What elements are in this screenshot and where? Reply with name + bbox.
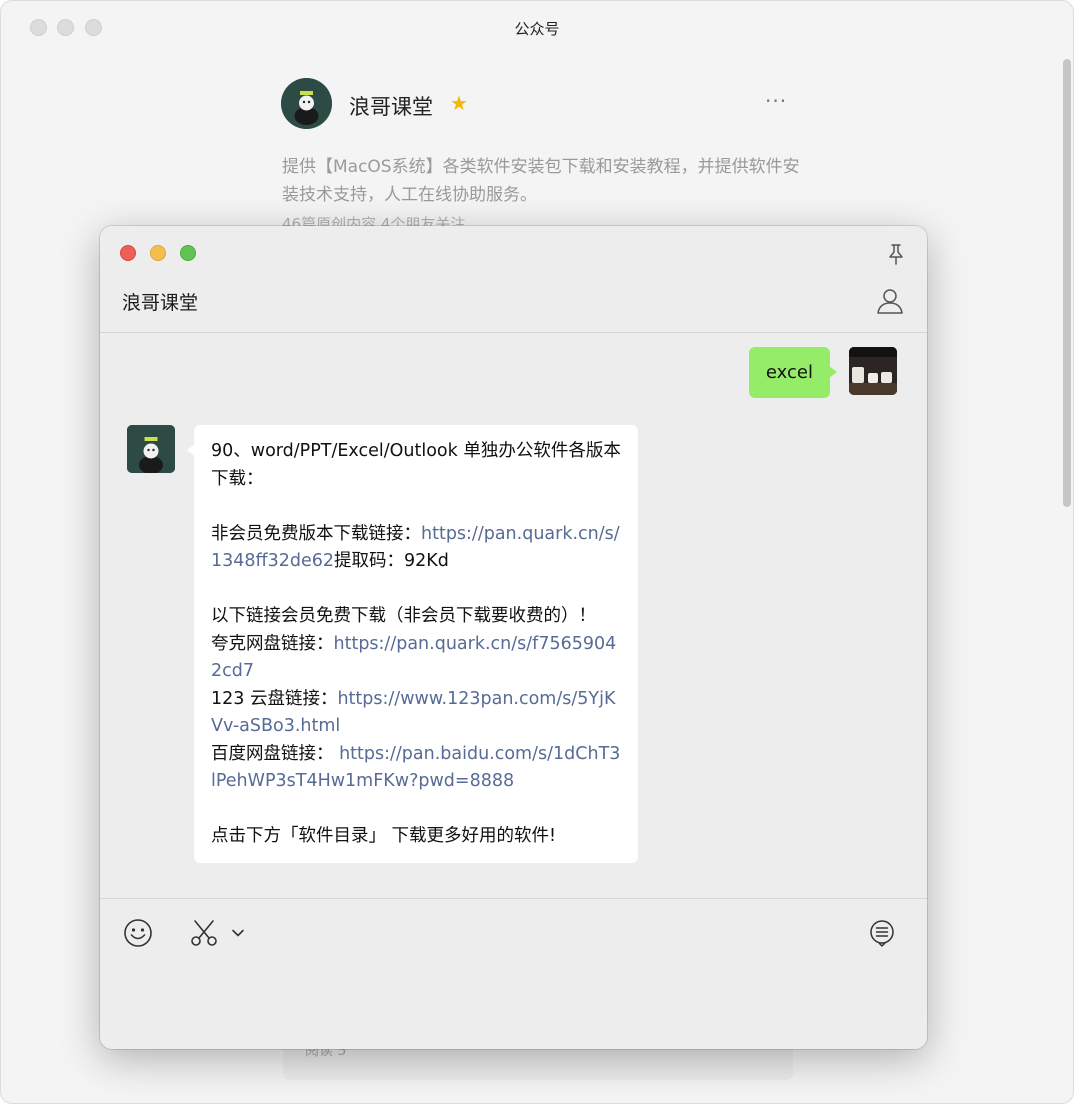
emoji-icon[interactable]	[123, 918, 153, 948]
extraction-code: 提取码：92Kd	[334, 551, 449, 571]
minimize-button[interactable]	[150, 245, 166, 261]
message-input-area[interactable]	[100, 898, 927, 1049]
contact-icon[interactable]	[875, 286, 905, 316]
star-icon[interactable]: ★	[450, 91, 468, 115]
close-button[interactable]	[120, 245, 136, 261]
message-line: 90、word/PPT/Excel/Outlook 单独办公软件各版本下载：	[211, 441, 621, 489]
bg-window-title: 公众号	[514, 20, 560, 38]
message-label: 夸克网盘链接：	[211, 633, 334, 654]
message-list[interactable]: excel 90、word/PPT/Excel/Outlook 单独办公软件各版…	[100, 333, 927, 898]
account-description: 提供【MacOS系统】各类软件安装包下载和安装教程，并提供软件安装技术支持，人工…	[282, 157, 800, 205]
chevron-down-icon[interactable]	[231, 926, 245, 940]
message-label: 百度网盘链接：	[211, 743, 340, 764]
my-avatar[interactable]	[849, 347, 897, 395]
sender-avatar[interactable]	[127, 425, 175, 473]
chat-history-icon[interactable]	[867, 918, 897, 948]
message-line: 点击下方「软件目录」 下载更多好用的软件!	[211, 826, 557, 846]
chat-window: 浪哥课堂 excel 90、word/PPT/Excel/Outlook 单独办…	[100, 226, 927, 1049]
scrollbar[interactable]	[1063, 59, 1071, 507]
account-avatar[interactable]	[281, 78, 332, 129]
message-line: 以下链接会员免费下载（非会员下载要收费的）！	[211, 606, 596, 626]
chat-titlebar: 浪哥课堂	[100, 226, 927, 333]
more-icon[interactable]: ···	[765, 89, 787, 113]
chat-title: 浪哥课堂	[122, 292, 199, 314]
zoom-button[interactable]	[180, 245, 196, 261]
bg-titlebar: 公众号	[1, 1, 1073, 57]
message-label: 123 云盘链接：	[211, 688, 338, 709]
account-name: 浪哥课堂	[349, 95, 433, 119]
pin-icon[interactable]	[885, 242, 907, 266]
scissors-icon[interactable]	[189, 918, 219, 948]
message-label: 非会员免费版本下载链接：	[211, 523, 421, 544]
sent-message-bubble[interactable]: excel	[748, 347, 838, 398]
received-message-bubble[interactable]: 90、word/PPT/Excel/Outlook 单独办公软件各版本下载： 非…	[187, 425, 638, 863]
